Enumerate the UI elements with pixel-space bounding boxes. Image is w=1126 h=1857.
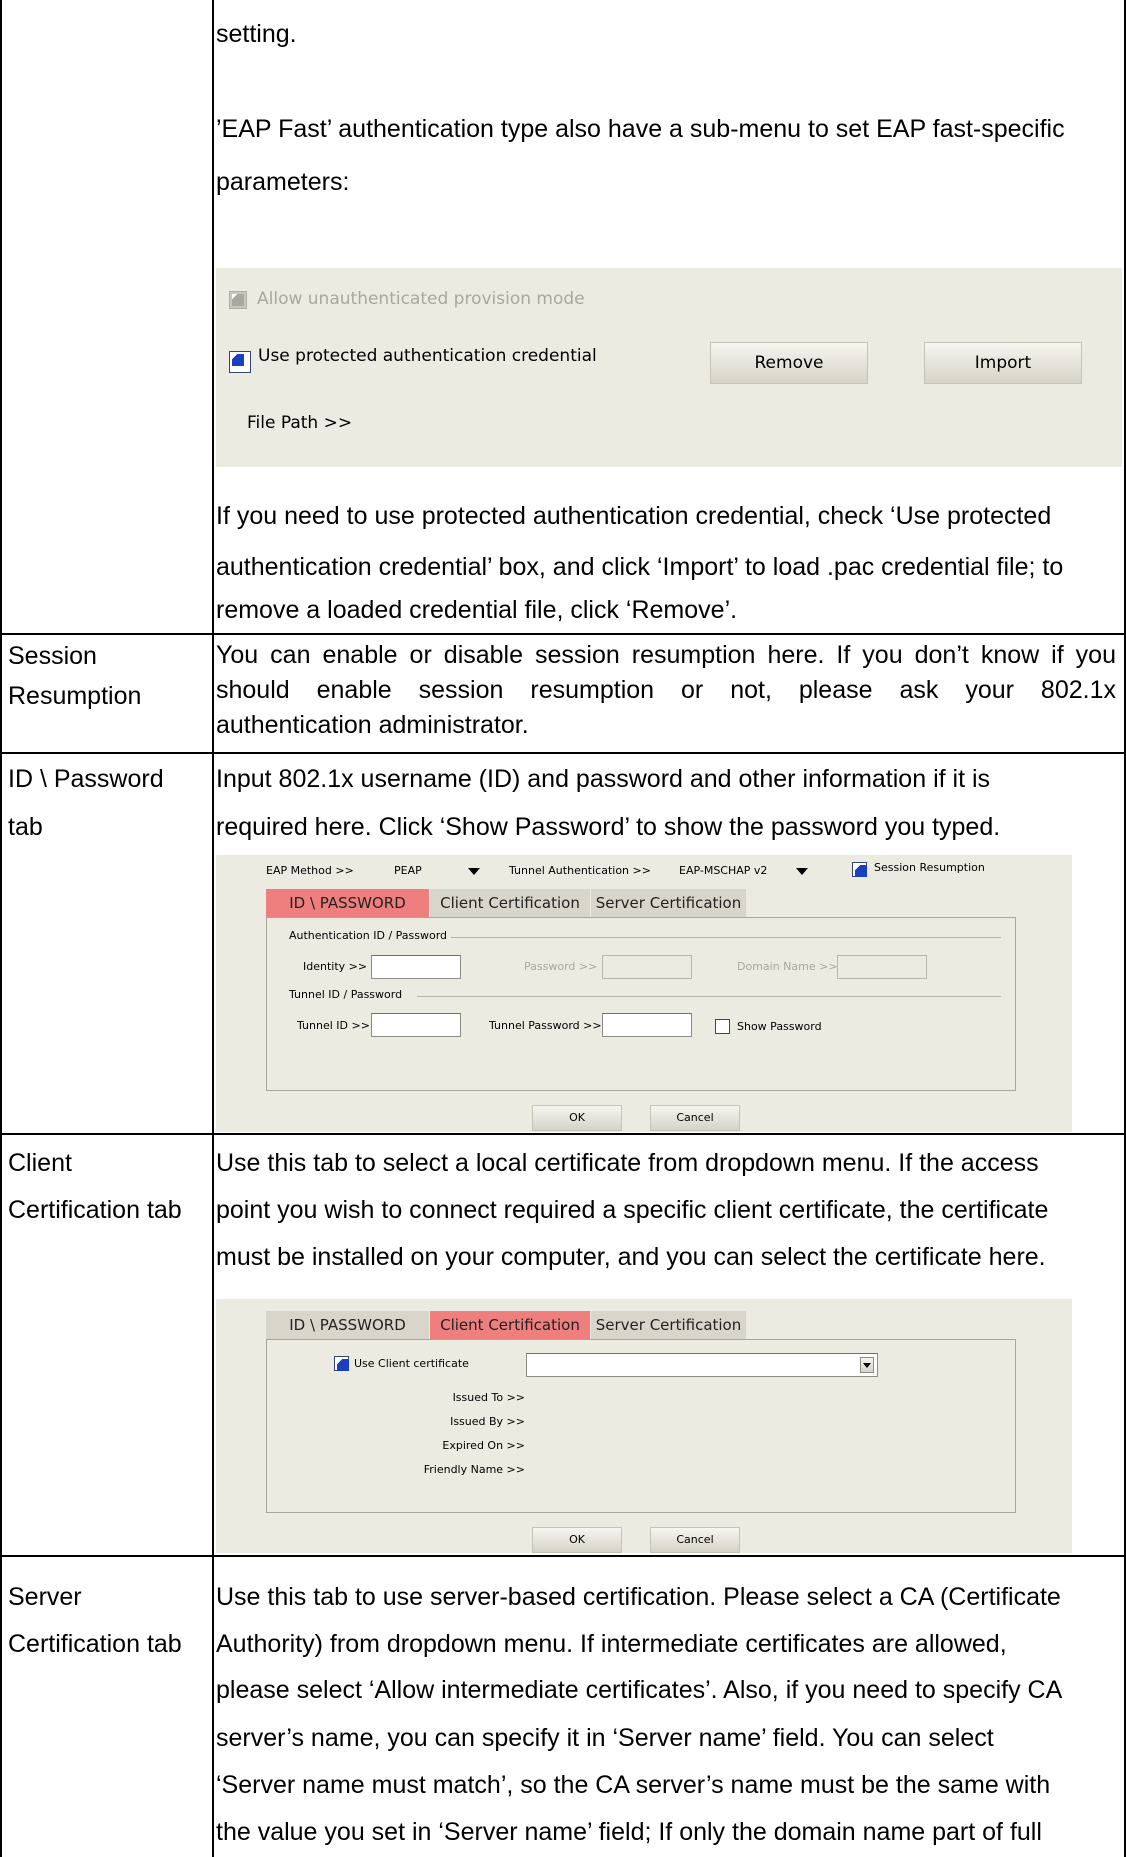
use-protected-label: Use protected authentication credential bbox=[258, 346, 597, 366]
use-protected-checkbox[interactable] bbox=[229, 351, 251, 373]
body-text: required here. Click ‘Show Password’ to … bbox=[216, 813, 1001, 841]
file-path-label: File Path >> bbox=[247, 413, 353, 433]
tunnel-auth-label: Tunnel Authentication >> bbox=[509, 864, 651, 877]
cancel-button[interactable]: Cancel bbox=[650, 1527, 740, 1553]
body-text: Use this tab to use server-based certifi… bbox=[216, 1583, 1061, 1611]
id-password-panel: EAP Method >> PEAP Tunnel Authentication… bbox=[216, 855, 1072, 1132]
body-text: Use this tab to select a local certifica… bbox=[216, 1149, 1039, 1177]
tab-server-certification[interactable]: Server Certification bbox=[591, 889, 746, 917]
certificate-select[interactable] bbox=[526, 1353, 878, 1377]
row-label: ID \ Password bbox=[8, 765, 164, 793]
tab-client-certification[interactable]: Client Certification bbox=[430, 889, 590, 917]
show-password-label: Show Password bbox=[737, 1020, 822, 1033]
cancel-button[interactable]: Cancel bbox=[650, 1105, 740, 1131]
chevron-down-icon[interactable] bbox=[796, 868, 808, 875]
issued-by-label: Issued By >> bbox=[450, 1415, 525, 1428]
body-text: should enable session resumption or not,… bbox=[216, 676, 1116, 704]
tunnel-id-input[interactable] bbox=[371, 1013, 461, 1037]
tab-id-password[interactable]: ID \ PASSWORD bbox=[266, 1311, 429, 1339]
body-text: Input 802.1x username (ID) and password … bbox=[216, 765, 991, 793]
tab-content-frame: Authentication ID / Password Identity >>… bbox=[266, 917, 1016, 1091]
identity-input[interactable] bbox=[371, 955, 461, 979]
body-text: remove a loaded credential file, click ‘… bbox=[216, 596, 738, 624]
chevron-down-icon[interactable] bbox=[468, 868, 480, 875]
row-divider bbox=[0, 1133, 1126, 1135]
body-text: You can enable or disable session resump… bbox=[216, 641, 1116, 669]
body-text: please select ‘Allow intermediate certif… bbox=[216, 1676, 1063, 1704]
body-text: must be installed on your computer, and … bbox=[216, 1243, 1046, 1271]
tunnel-group-title: Tunnel ID / Password bbox=[289, 988, 403, 1001]
body-text: point you wish to connect required a spe… bbox=[216, 1196, 1049, 1224]
remove-button[interactable]: Remove bbox=[710, 342, 868, 384]
session-resumption-label: Session Resumption bbox=[874, 861, 985, 874]
row-label: Resumption bbox=[8, 682, 142, 710]
row-label: Certification tab bbox=[8, 1630, 182, 1658]
document-table: setting. ’EAP Fast’ authentication type … bbox=[0, 0, 1126, 1857]
body-text: authentication administrator. bbox=[216, 711, 529, 739]
body-text: setting. bbox=[216, 20, 297, 48]
use-client-cert-label: Use Client certificate bbox=[354, 1357, 469, 1370]
row-label: tab bbox=[8, 813, 43, 841]
tunnel-password-label: Tunnel Password >> bbox=[489, 1019, 602, 1032]
row-divider bbox=[0, 1555, 1126, 1557]
eap-method-label: EAP Method >> bbox=[266, 864, 354, 877]
auth-group-title: Authentication ID / Password bbox=[289, 929, 448, 942]
body-text: ‘Server name must match’, so the CA serv… bbox=[216, 1771, 1051, 1799]
tunnel-password-input[interactable] bbox=[602, 1013, 692, 1037]
tunnel-auth-value[interactable]: EAP-MSCHAP v2 bbox=[679, 864, 767, 877]
session-resumption-checkbox[interactable] bbox=[852, 862, 867, 877]
group-divider bbox=[451, 937, 1001, 938]
body-text: authentication credential’ box, and clic… bbox=[216, 553, 1064, 581]
tab-id-password[interactable]: ID \ PASSWORD bbox=[266, 889, 429, 917]
eap-method-value[interactable]: PEAP bbox=[394, 864, 422, 877]
eap-fast-panel: Allow unauthenticated provision mode Use… bbox=[216, 268, 1122, 467]
use-client-cert-checkbox[interactable] bbox=[334, 1356, 349, 1371]
table-border-left bbox=[0, 0, 2, 1857]
tab-content-frame: Use Client certificate Issued To >> Issu… bbox=[266, 1339, 1016, 1513]
body-text: parameters: bbox=[216, 168, 350, 196]
body-text: ’EAP Fast’ authentication type also have… bbox=[216, 115, 1065, 143]
table-border-mid bbox=[212, 0, 214, 1857]
row-label: Certification tab bbox=[8, 1196, 182, 1224]
client-cert-panel: ID \ PASSWORD Client Certification Serve… bbox=[216, 1299, 1072, 1553]
tunnel-id-label: Tunnel ID >> bbox=[297, 1019, 370, 1032]
body-text: Authority) from dropdown menu. If interm… bbox=[216, 1630, 1007, 1658]
identity-label: Identity >> bbox=[303, 960, 368, 973]
row-label: Client bbox=[8, 1149, 72, 1177]
tab-client-certification[interactable]: Client Certification bbox=[430, 1311, 590, 1339]
ok-button[interactable]: OK bbox=[532, 1527, 622, 1553]
friendly-name-label: Friendly Name >> bbox=[423, 1463, 525, 1476]
body-text: the value you set in ‘Server name’ field… bbox=[216, 1818, 1042, 1846]
import-button[interactable]: Import bbox=[924, 342, 1082, 384]
issued-to-label: Issued To >> bbox=[452, 1391, 525, 1404]
body-text: If you need to use protected authenticat… bbox=[216, 502, 1052, 530]
tab-server-certification[interactable]: Server Certification bbox=[591, 1311, 746, 1339]
expired-on-label: Expired On >> bbox=[442, 1439, 525, 1452]
allow-unauth-checkbox[interactable] bbox=[229, 291, 247, 309]
row-divider bbox=[0, 752, 1126, 754]
body-text: server’s name, you can specify it in ‘Se… bbox=[216, 1724, 994, 1752]
row-divider bbox=[0, 633, 1126, 635]
ok-button[interactable]: OK bbox=[532, 1105, 622, 1131]
chevron-down-icon[interactable] bbox=[860, 1357, 874, 1373]
allow-unauth-label: Allow unauthenticated provision mode bbox=[257, 289, 585, 309]
group-divider bbox=[417, 996, 1001, 997]
session-description: You can enable or disable session resump… bbox=[216, 638, 1116, 743]
row-label: Session bbox=[8, 642, 97, 670]
domain-input[interactable] bbox=[837, 955, 927, 979]
row-label: Server bbox=[8, 1583, 82, 1611]
show-password-checkbox[interactable] bbox=[715, 1019, 730, 1034]
password-input[interactable] bbox=[602, 955, 692, 979]
password-label: Password >> bbox=[524, 960, 598, 973]
domain-label: Domain Name >> bbox=[737, 960, 838, 973]
